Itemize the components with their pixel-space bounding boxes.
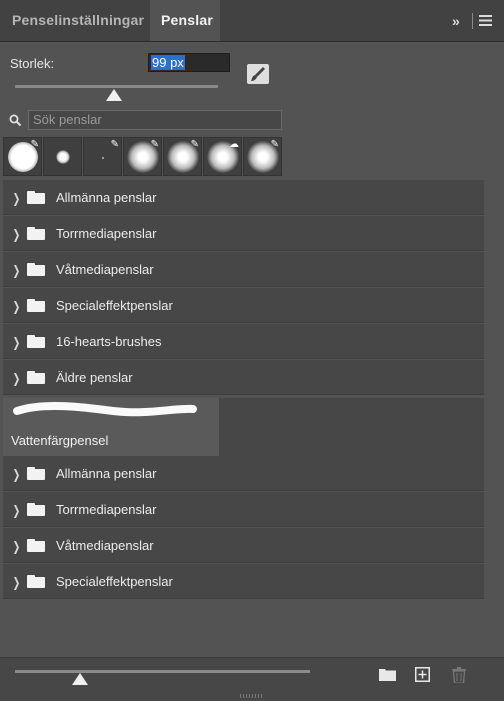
brush-group-row[interactable]: ❯ Våtmediapenslar (3, 252, 484, 287)
brush-group-label: Specialeffektpenslar (56, 574, 173, 589)
brush-group-row[interactable]: ❯ Våtmediapenslar (3, 528, 484, 563)
size-slider-thumb[interactable] (106, 89, 122, 101)
brush-group-label: Torrmediapenslar (56, 226, 157, 241)
brush-group-label: Allmänna penslar (56, 466, 157, 481)
folder-icon (27, 191, 45, 204)
brush-tool-icon: ✎ (110, 139, 119, 150)
chevron-right-icon[interactable]: ❯ (13, 191, 21, 207)
brush-group-row[interactable]: ❯ Allmänna penslar (3, 456, 484, 491)
preview-size-slider-thumb[interactable] (72, 673, 88, 685)
tab-brushes[interactable]: Penslar (150, 0, 220, 41)
folder-icon (379, 669, 396, 681)
chevron-right-icon[interactable]: ❯ (13, 575, 21, 591)
brush-group-label: Äldre penslar (56, 370, 133, 385)
folder-icon (27, 335, 45, 348)
folder-icon (27, 227, 45, 240)
folder-icon (27, 503, 45, 516)
brush-group-row[interactable]: ❯ Torrmediapenslar (3, 216, 484, 251)
cloud-icon: ☁ (229, 139, 239, 150)
preset-brush-3[interactable]: ✎ (83, 137, 122, 176)
panel-footer (0, 657, 504, 701)
tab-brush-settings[interactable]: Penselinställningar (12, 0, 144, 41)
preset-brush-6[interactable]: ☁ (203, 137, 242, 176)
header-divider (472, 13, 473, 29)
new-brush-button[interactable] (415, 667, 430, 687)
brush-group-row[interactable]: ❯ Specialeffektpenslar (3, 564, 484, 599)
chevron-right-icon[interactable]: ❯ (13, 503, 21, 519)
search-input[interactable]: Sök penslar (28, 110, 282, 130)
brush-tool-icon: ✎ (150, 139, 159, 150)
brush-group-row[interactable]: ❯ 16-hearts-brushes (3, 324, 484, 359)
plus-square-icon (415, 667, 430, 682)
brush-group-label: Våtmediapenslar (56, 538, 154, 553)
folder-icon (27, 371, 45, 384)
new-group-button[interactable] (379, 667, 396, 686)
brush-tool-icon: ✎ (190, 139, 199, 150)
list-empty-space (3, 600, 484, 657)
chevron-right-icon[interactable]: ❯ (13, 467, 21, 483)
folder-icon (27, 575, 45, 588)
preset-brush-7[interactable]: ✎ (243, 137, 282, 176)
size-value: 99 px (151, 55, 185, 70)
chevron-right-icon[interactable]: ❯ (13, 335, 21, 351)
brush-group-row[interactable]: ❯ Allmänna penslar (3, 180, 484, 215)
folder-icon (27, 263, 45, 276)
brush-group-label: Torrmediapenslar (56, 502, 157, 517)
panel-tab-bar: Penselinställningar Penslar » (0, 0, 504, 42)
size-input[interactable]: 99 px (148, 53, 230, 72)
preset-brush-2[interactable] (43, 137, 82, 176)
brush-group-label: Specialeffektpenslar (56, 298, 173, 313)
chevron-right-icon[interactable]: ❯ (13, 299, 21, 315)
brush-stroke-preview (13, 401, 197, 417)
delete-brush-button[interactable] (452, 667, 466, 688)
brush-tool-icon: ✎ (30, 139, 39, 150)
brush-icon (251, 67, 265, 81)
search-icon (9, 114, 22, 132)
size-slider-track[interactable] (15, 85, 218, 88)
size-label: Storlek: (10, 56, 55, 71)
chevron-right-icon[interactable]: ❯ (13, 371, 21, 387)
trash-icon (452, 667, 466, 684)
brush-group-row[interactable]: ❯ Specialeffektpenslar (3, 288, 484, 323)
folder-icon (27, 467, 45, 480)
brush-grid-empty-cell (219, 398, 484, 456)
chevron-right-icon[interactable]: ❯ (13, 539, 21, 555)
resize-grip[interactable] (240, 694, 264, 698)
recent-brush-presets: ✎ ✎ ✎ ✎ ☁ ✎ (3, 137, 284, 177)
folder-icon (27, 299, 45, 312)
brush-group-label: 16-hearts-brushes (56, 334, 162, 349)
selected-brush-name: Vattenfärgpensel (11, 433, 109, 448)
brush-settings-button[interactable] (247, 64, 269, 84)
brush-group-row[interactable]: ❯ Torrmediapenslar (3, 492, 484, 527)
brush-group-label: Allmänna penslar (56, 190, 157, 205)
selected-brush-item[interactable]: Vattenfärgpensel (3, 398, 219, 456)
preview-size-slider-track[interactable] (15, 670, 310, 673)
preset-brush-1[interactable]: ✎ (3, 137, 42, 176)
hamburger-menu-icon (479, 15, 492, 26)
chevron-right-icon[interactable]: ❯ (13, 227, 21, 243)
collapse-panel-icon[interactable]: » (452, 13, 460, 29)
brush-group-label: Våtmediapenslar (56, 262, 154, 277)
brush-group-row[interactable]: ❯ Äldre penslar (3, 360, 484, 395)
list-scrollbar[interactable] (486, 180, 500, 657)
panel-menu-button[interactable] (472, 13, 492, 29)
folder-icon (27, 539, 45, 552)
preset-brush-4[interactable]: ✎ (123, 137, 162, 176)
preset-brush-5[interactable]: ✎ (163, 137, 202, 176)
brush-tool-icon: ✎ (270, 139, 279, 150)
chevron-right-icon[interactable]: ❯ (13, 263, 21, 279)
